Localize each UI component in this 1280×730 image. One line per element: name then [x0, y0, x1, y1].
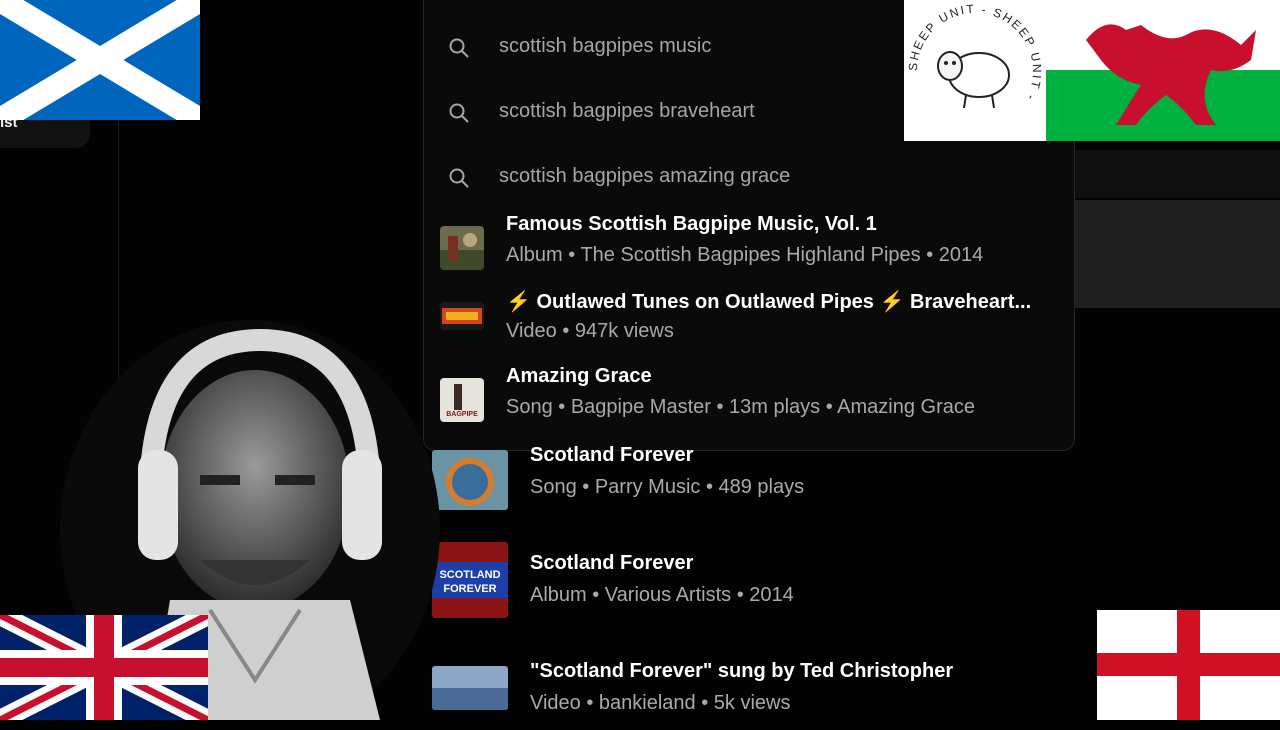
result-subtitle: Song • Bagpipe Master • 13m plays • Amaz…	[506, 396, 976, 418]
scotland-flag-icon	[0, 0, 200, 120]
list-item-subtitle: Song • Parry Music • 489 plays	[530, 476, 805, 498]
list-item[interactable]: "Scotland Forever" sung by Ted Christoph…	[432, 650, 1072, 730]
background-bar	[1073, 150, 1280, 198]
result-title-suffix: Braveheart...	[909, 291, 1032, 313]
wales-flag-icon	[1046, 0, 1280, 141]
search-icon	[449, 103, 469, 123]
result-title: Famous Scottish Bagpipe Music, Vol. 1	[506, 213, 877, 235]
search-result-album[interactable]: Famous Scottish Bagpipe Music, Vol. 1 Al…	[424, 210, 1074, 286]
result-subtitle: Album • The Scottish Bagpipes Highland P…	[506, 244, 984, 266]
bolt-icon: ⚡	[879, 291, 905, 313]
search-icon	[449, 38, 469, 58]
list-item[interactable]: Scotland Forever Song • Parry Music • 48…	[432, 444, 1072, 526]
result-title: ⚡ Outlawed Tunes on Outlawed Pipes ⚡ Bra…	[506, 289, 1031, 314]
album-thumbnail	[440, 226, 484, 270]
list-item[interactable]: SCOTLAND FOREVER Scotland Forever Album …	[432, 542, 1072, 622]
result-title-main: Outlawed Tunes on Outlawed Pipes	[536, 291, 874, 313]
england-flag-icon	[1097, 610, 1280, 720]
bolt-icon: ⚡	[506, 291, 531, 313]
search-suggestion[interactable]: scottish bagpipes amazing grace	[424, 145, 1074, 210]
search-icon	[449, 168, 469, 188]
list-item-subtitle: Video • bankieland • 5k views	[530, 692, 791, 714]
suggestion-text: scottish bagpipes braveheart	[499, 100, 755, 122]
sheep-unit-logo: SHEEP UNIT - SHEEP UNIT -	[904, 0, 1046, 141]
list-item-title: Scotland Forever	[530, 552, 694, 574]
list-item-title: Scotland Forever	[530, 444, 694, 466]
list-item-subtitle: Album • Various Artists • 2014	[530, 584, 794, 606]
search-result-video[interactable]: ⚡ Outlawed Tunes on Outlawed Pipes ⚡ Bra…	[424, 286, 1074, 362]
search-result-song[interactable]: BAGPIPE Amazing Grace Song • Bagpipe Mas…	[424, 362, 1074, 438]
result-title: Amazing Grace	[506, 365, 652, 387]
background-panel	[1073, 200, 1280, 308]
suggestion-text: scottish bagpipes amazing grace	[499, 165, 791, 187]
suggestion-text: scottish bagpipes music	[499, 35, 712, 57]
list-item-title: "Scotland Forever" sung by Ted Christoph…	[530, 660, 954, 682]
result-subtitle: Video • 947k views	[506, 320, 674, 342]
uk-flag-icon	[0, 615, 208, 720]
